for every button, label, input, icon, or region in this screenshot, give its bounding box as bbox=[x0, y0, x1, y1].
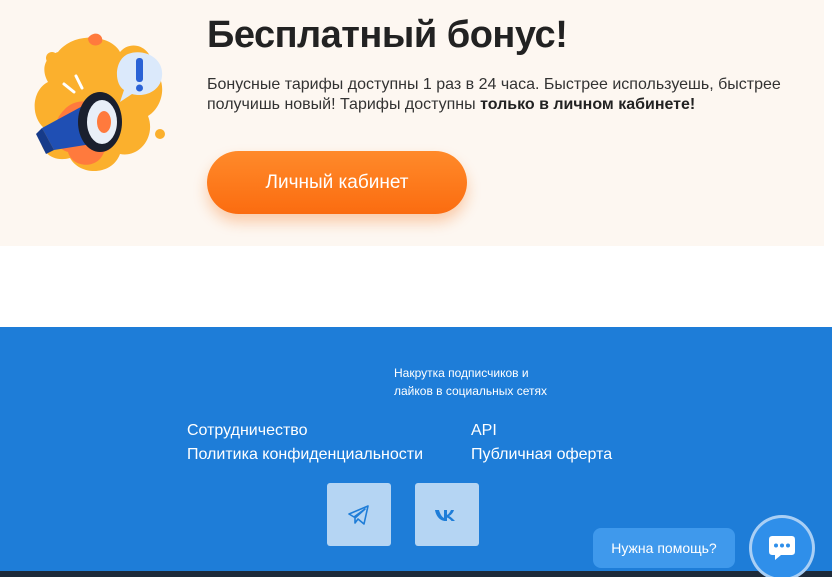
telegram-button[interactable] bbox=[327, 483, 391, 546]
bonus-title: Бесплатный бонус! bbox=[207, 14, 568, 56]
personal-cabinet-button[interactable]: Личный кабинет bbox=[207, 151, 467, 214]
bonus-banner: Бесплатный бонус! Бонусные тарифы доступ… bbox=[0, 0, 824, 246]
footer-tagline-line2: лайков в социальных сетях bbox=[394, 384, 548, 398]
bonus-description: Бонусные тарифы доступны 1 раз в 24 часа… bbox=[207, 75, 797, 115]
telegram-icon bbox=[348, 504, 369, 525]
help-bubble[interactable]: Нужна помощь? bbox=[593, 528, 735, 568]
bottom-bar bbox=[0, 571, 832, 577]
footer-link-api[interactable]: API bbox=[471, 422, 497, 440]
vk-icon bbox=[435, 509, 455, 521]
footer-tagline-line1: Накрутка подписчиков и bbox=[394, 366, 529, 380]
footer-link-privacy-policy[interactable]: Политика конфиденциальности bbox=[187, 446, 423, 464]
page: Бесплатный бонус! Бонусные тарифы доступ… bbox=[0, 0, 832, 577]
footer-tagline: Накрутка подписчиков и лайков в социальны… bbox=[394, 364, 594, 400]
footer-link-public-offer[interactable]: Публичная оферта bbox=[471, 446, 612, 464]
chat-button[interactable] bbox=[752, 518, 812, 577]
megaphone-icon bbox=[34, 33, 165, 172]
vk-button[interactable] bbox=[415, 483, 479, 546]
footer-link-cooperation[interactable]: Сотрудничество bbox=[187, 422, 308, 440]
chat-icon bbox=[769, 536, 795, 560]
bonus-description-emphasis: только в личном кабинете! bbox=[480, 96, 696, 113]
